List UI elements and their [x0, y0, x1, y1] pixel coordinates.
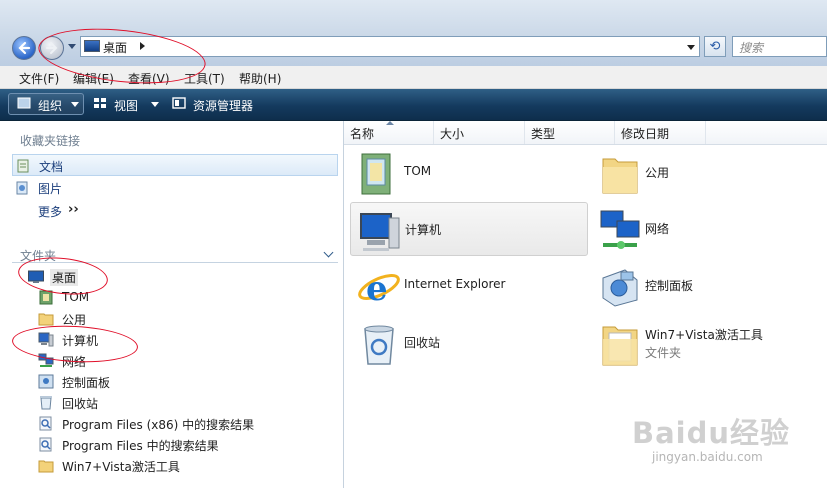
menu-file[interactable]: 文件(F): [19, 70, 59, 87]
pictures-icon: [16, 181, 28, 195]
search-input[interactable]: 搜索: [732, 36, 827, 57]
tree-item-label: Program Files (x86) 中的搜索结果: [62, 418, 255, 432]
views-icon: [94, 98, 106, 108]
file-item-activation-tool[interactable]: Win7+Vista激活工具 文件夹: [591, 316, 827, 370]
views-button[interactable]: 视图: [114, 97, 138, 114]
address-dropdown-button[interactable]: [687, 45, 695, 50]
explorer-icon: [172, 97, 186, 109]
search-results-icon: [39, 437, 52, 452]
folder-icon: [38, 460, 54, 473]
menu-help[interactable]: 帮助(H): [239, 70, 281, 87]
svg-text:e: e: [366, 269, 388, 309]
column-label: 修改日期: [621, 127, 670, 141]
computer-icon: [360, 213, 400, 251]
file-item-name: 回收站: [404, 336, 441, 350]
favorite-link-documents[interactable]: 文档: [12, 154, 338, 176]
column-label: 类型: [531, 127, 556, 141]
file-item-name: 控制面板: [645, 279, 694, 293]
favorite-link-pictures[interactable]: 图片: [12, 177, 338, 199]
control-panel-icon: [38, 374, 54, 389]
folder-icon: [602, 158, 638, 194]
favorite-label: 文档: [39, 160, 64, 174]
tree-item-label: Win7+Vista激活工具: [62, 460, 180, 474]
file-item-recycle-bin[interactable]: 回收站: [350, 316, 588, 370]
documents-icon: [17, 159, 29, 173]
column-size[interactable]: 大小: [434, 121, 525, 144]
chevron-down-icon: [71, 102, 79, 107]
navigation-pane: 收藏夹链接 文档 图片 更多 ›› 文件夹 桌面 TOM 公用 计算机 网络 控…: [0, 121, 344, 488]
tree-item-search-results-x86[interactable]: Program Files (x86) 中的搜索结果: [38, 414, 328, 434]
tree-item-activation-tool[interactable]: Win7+Vista激活工具: [38, 456, 328, 476]
watermark-url: jingyan.baidu.com: [652, 450, 763, 464]
tree-item-recycle-bin[interactable]: 回收站: [38, 393, 328, 413]
organize-icon: [17, 97, 31, 109]
file-item-control-panel[interactable]: 控制面板: [591, 259, 827, 313]
double-chevron-icon: ››: [68, 202, 79, 217]
file-item-name: Internet Explorer: [404, 277, 506, 291]
control-panel-icon: [602, 269, 638, 307]
search-results-icon: [39, 416, 52, 431]
recycle-bin-icon: [364, 325, 394, 365]
back-button[interactable]: [12, 36, 36, 60]
column-label: 大小: [440, 127, 465, 141]
file-item-type: 文件夹: [645, 346, 682, 360]
watermark-brand: Baidu经验: [632, 416, 791, 450]
file-item-name: 计算机: [405, 223, 442, 237]
folder-icon: [38, 313, 54, 326]
back-arrow-icon: [18, 41, 31, 55]
column-header: 名称 大小 类型 修改日期: [344, 121, 827, 145]
chevron-down-icon[interactable]: [323, 247, 334, 258]
file-item-network[interactable]: 网络: [591, 202, 827, 256]
command-toolbar: 组织 视图 资源管理器: [0, 89, 827, 121]
column-modified[interactable]: 修改日期: [615, 121, 706, 144]
column-name[interactable]: 名称: [344, 121, 434, 144]
watermark: Baidu经验 jingyan.baidu.com: [632, 398, 822, 468]
file-item-internet-explorer[interactable]: e Internet Explorer: [350, 259, 588, 313]
favorite-label: 图片: [38, 182, 63, 196]
tree-item-label: 回收站: [62, 397, 99, 411]
tree-item-label: 控制面板: [62, 376, 111, 390]
refresh-icon: ⟲: [709, 39, 721, 54]
file-item-name: TOM: [404, 164, 432, 178]
tree-item-control-panel[interactable]: 控制面板: [38, 372, 328, 392]
refresh-button[interactable]: ⟲: [704, 36, 726, 57]
tree-item-label: Program Files 中的搜索结果: [62, 439, 219, 453]
user-folder-icon: [361, 153, 391, 195]
column-type[interactable]: 类型: [525, 121, 615, 144]
sort-ascending-icon: [386, 121, 394, 125]
file-item-name: 网络: [645, 222, 670, 236]
recycle-bin-icon: [40, 396, 52, 410]
explorer-button[interactable]: 资源管理器: [193, 97, 253, 114]
views-dropdown[interactable]: [151, 102, 159, 107]
column-label: 名称: [350, 127, 375, 141]
folder-icon: [602, 326, 638, 366]
network-icon: [600, 210, 640, 249]
file-item-public[interactable]: 公用: [591, 146, 827, 200]
file-item-tom[interactable]: TOM: [350, 146, 588, 200]
favorites-title: 收藏夹链接: [20, 134, 81, 148]
more-link[interactable]: 更多 ››: [12, 200, 338, 222]
file-item-computer[interactable]: 计算机: [350, 202, 588, 256]
file-item-name: 公用: [645, 166, 670, 180]
internet-explorer-icon: e: [358, 269, 400, 309]
more-label: 更多: [38, 205, 63, 219]
organize-label: 组织: [38, 99, 63, 113]
tree-item-search-results[interactable]: Program Files 中的搜索结果: [38, 435, 328, 455]
file-item-name: Win7+Vista激活工具: [645, 328, 763, 342]
content-pane: 名称 大小 类型 修改日期 TOM 公用 计算机 网络 e Internet E…: [344, 121, 827, 488]
